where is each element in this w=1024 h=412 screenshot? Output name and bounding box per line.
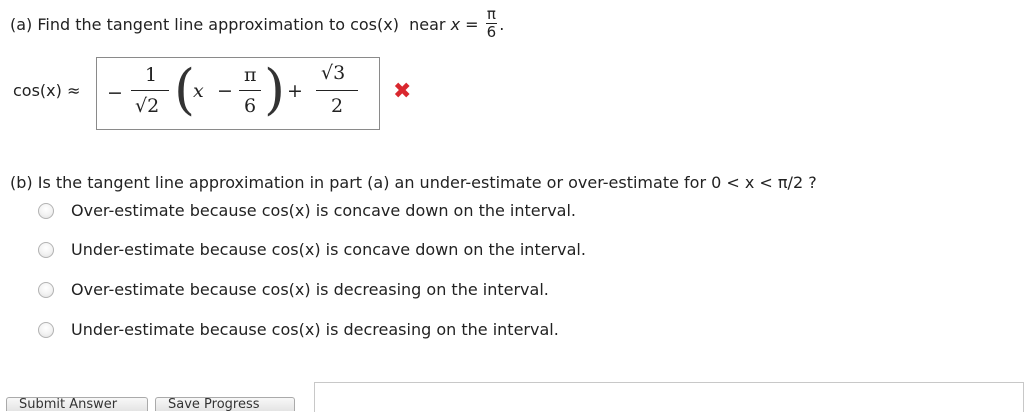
two-denominator: 2 — [331, 95, 344, 117]
numerator-one: 1 — [145, 64, 158, 86]
part-a-near: near — [409, 15, 451, 34]
option-label: Over-estimate because cos(x) is concave … — [71, 201, 576, 220]
six-denominator: 6 — [244, 95, 257, 117]
answer-lhs-label: cos(x) ≈ — [13, 81, 81, 100]
part-a-prefix: (a) Find the tangent line approximation … — [10, 15, 351, 34]
part-a-question: (a) Find the tangent line approximation … — [10, 5, 505, 43]
minus-sign-inner: − — [217, 80, 233, 102]
pi-numerator: π — [244, 64, 257, 86]
part-a-variable: x — [450, 15, 461, 34]
radio-button[interactable] — [38, 203, 54, 219]
part-a-equals: = — [460, 15, 484, 34]
left-paren: ( — [174, 58, 196, 121]
fraction-bar-inner — [239, 90, 261, 91]
option-label: Under-estimate because cos(x) is decreas… — [71, 320, 559, 339]
radio-button[interactable] — [38, 242, 54, 258]
save-progress-button[interactable]: Save Progress — [155, 397, 295, 411]
option-label: Under-estimate because cos(x) is concave… — [71, 240, 586, 259]
right-paren: ) — [264, 58, 286, 121]
fraction-denominator: 6 — [485, 23, 498, 41]
submit-answer-button[interactable]: Submit Answer — [6, 397, 148, 411]
denominator-sqrt2: √2 — [135, 95, 160, 117]
part-a-function: cos(x) — [350, 15, 399, 34]
fraction-numerator: π — [486, 5, 496, 23]
option-label: Over-estimate because cos(x) is decreasi… — [71, 280, 549, 299]
feedback-panel — [314, 382, 1024, 412]
sqrt3-numerator: √3 — [321, 62, 346, 84]
answer-input-box[interactable]: − 1 √2 ( x − π 6 ) + √3 2 — [96, 57, 380, 130]
radio-button[interactable] — [38, 322, 54, 338]
plus-sign: + — [287, 80, 303, 102]
part-a-period: . — [499, 15, 505, 34]
fraction-bar — [131, 90, 169, 91]
pi-over-six-fraction: π6 — [485, 5, 498, 41]
fraction-bar-right — [316, 90, 358, 91]
variable-x: x — [193, 80, 204, 102]
radio-button[interactable] — [38, 282, 54, 298]
minus-sign: − — [107, 82, 123, 104]
part-b-question: (b) Is the tangent line approximation in… — [10, 173, 817, 192]
x-mark-icon: ✖ — [393, 79, 412, 104]
